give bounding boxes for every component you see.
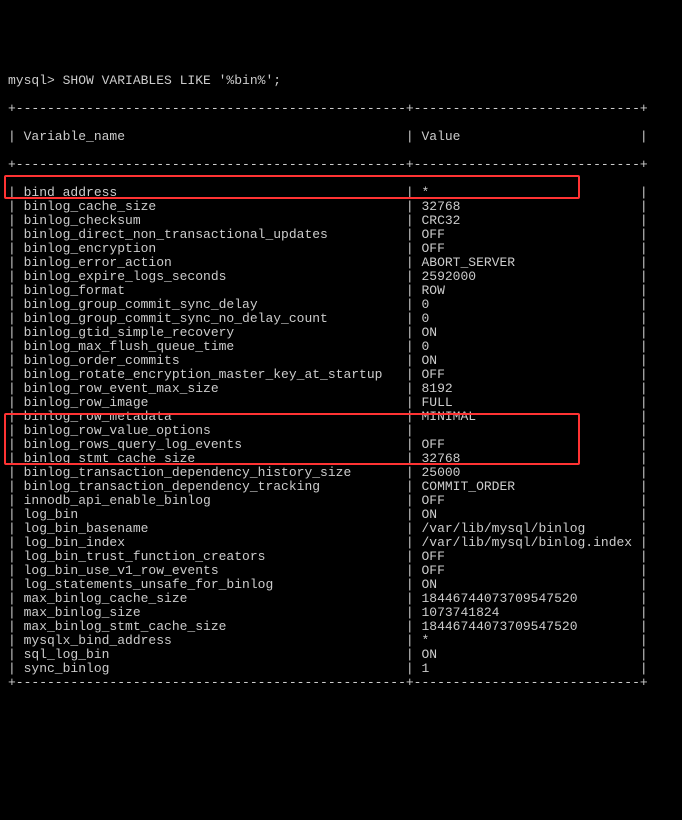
table-bottom-border: +---------------------------------------… — [8, 675, 648, 690]
table-body: | bind_address | * | | binlog_cache_size… — [8, 185, 648, 676]
table-top-border: +---------------------------------------… — [8, 101, 648, 116]
table-header: | Variable_name | Value | — [8, 129, 648, 144]
command-line[interactable]: mysql> SHOW VARIABLES LIKE '%bin%'; — [8, 73, 281, 88]
table-header-border: +---------------------------------------… — [8, 157, 648, 172]
terminal-output: mysql> SHOW VARIABLES LIKE '%bin%'; +---… — [0, 56, 682, 708]
